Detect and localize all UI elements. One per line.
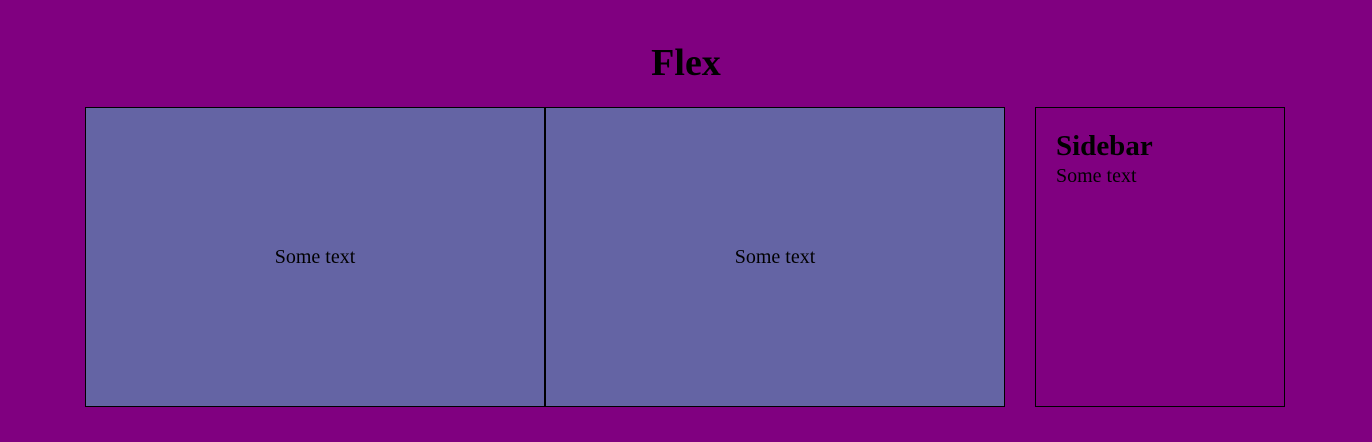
flex-box-2: Some text [545, 107, 1005, 407]
flex-box-1: Some text [85, 107, 545, 407]
sidebar: Sidebar Some text [1035, 107, 1285, 407]
page-title: Flex [651, 42, 721, 84]
sidebar-text: Some text [1056, 165, 1137, 187]
main-layout: Some text Some text Sidebar Some text [85, 107, 1285, 407]
flex-container: Some text Some text [85, 107, 1005, 407]
flex-box-2-text: Some text [734, 245, 816, 268]
flex-box-1-text: Some text [274, 245, 356, 268]
sidebar-title: Sidebar [1056, 130, 1153, 162]
